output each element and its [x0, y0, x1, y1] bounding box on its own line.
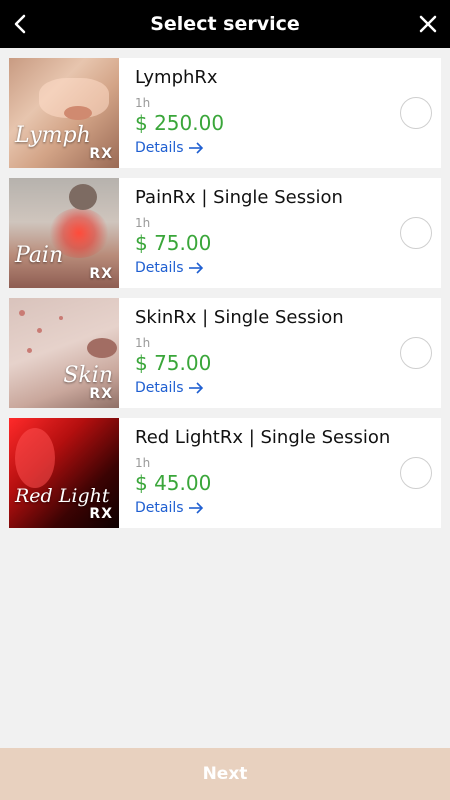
select-radio[interactable] — [400, 337, 432, 369]
service-name: PainRx | Single Session — [135, 187, 343, 208]
details-link[interactable]: Details — [135, 258, 204, 278]
details-link[interactable]: Details — [135, 378, 204, 398]
image-caption: Pain — [15, 243, 64, 268]
service-name: LymphRx — [135, 67, 218, 88]
service-price: $ 75.00 — [135, 231, 212, 255]
image-badge: RX — [89, 266, 113, 282]
arrow-right-icon — [188, 142, 203, 154]
details-label: Details — [135, 140, 184, 156]
service-price: $ 250.00 — [135, 111, 225, 135]
service-duration: 1h — [135, 336, 151, 350]
service-name: Red LightRx | Single Session — [135, 427, 391, 448]
details-label: Details — [135, 380, 184, 396]
service-image: Lymph RX — [9, 58, 119, 168]
details-label: Details — [135, 260, 184, 276]
details-link[interactable]: Details — [135, 138, 204, 158]
service-image: Pain RX — [9, 178, 119, 288]
service-name: SkinRx | Single Session — [135, 307, 344, 328]
service-image: Skin RX — [9, 298, 119, 408]
image-caption: Skin — [63, 363, 113, 388]
service-price: $ 45.00 — [135, 471, 212, 495]
close-button[interactable] — [408, 0, 448, 48]
image-caption: Lymph — [15, 123, 91, 148]
service-duration: 1h — [135, 216, 151, 230]
arrow-right-icon — [188, 382, 203, 394]
arrow-right-icon — [188, 262, 203, 274]
details-link[interactable]: Details — [135, 498, 204, 518]
select-radio[interactable] — [400, 217, 432, 249]
arrow-right-icon — [188, 502, 203, 514]
top-bar: Select service — [0, 0, 450, 48]
image-badge: RX — [89, 386, 113, 402]
image-badge: RX — [89, 146, 113, 162]
next-button[interactable]: Next — [0, 748, 450, 800]
service-image: Red Light RX — [9, 418, 119, 528]
service-card-lymphrx[interactable]: Lymph RX LymphRx 1h $ 250.00 Details — [9, 58, 441, 168]
page-title: Select service — [150, 13, 300, 35]
service-card-painrx[interactable]: Pain RX PainRx | Single Session 1h $ 75.… — [9, 178, 441, 288]
image-caption: Red Light — [15, 485, 110, 507]
service-list: Lymph RX LymphRx 1h $ 250.00 Details Pai… — [9, 58, 441, 538]
select-radio[interactable] — [400, 97, 432, 129]
close-icon — [419, 15, 437, 33]
details-label: Details — [135, 500, 184, 516]
image-badge: RX — [89, 506, 113, 522]
service-card-redlightrx[interactable]: Red Light RX Red LightRx | Single Sessio… — [9, 418, 441, 528]
service-duration: 1h — [135, 96, 151, 110]
service-card-skinrx[interactable]: Skin RX SkinRx | Single Session 1h $ 75.… — [9, 298, 441, 408]
service-price: $ 75.00 — [135, 351, 212, 375]
service-duration: 1h — [135, 456, 151, 470]
select-radio[interactable] — [400, 457, 432, 489]
